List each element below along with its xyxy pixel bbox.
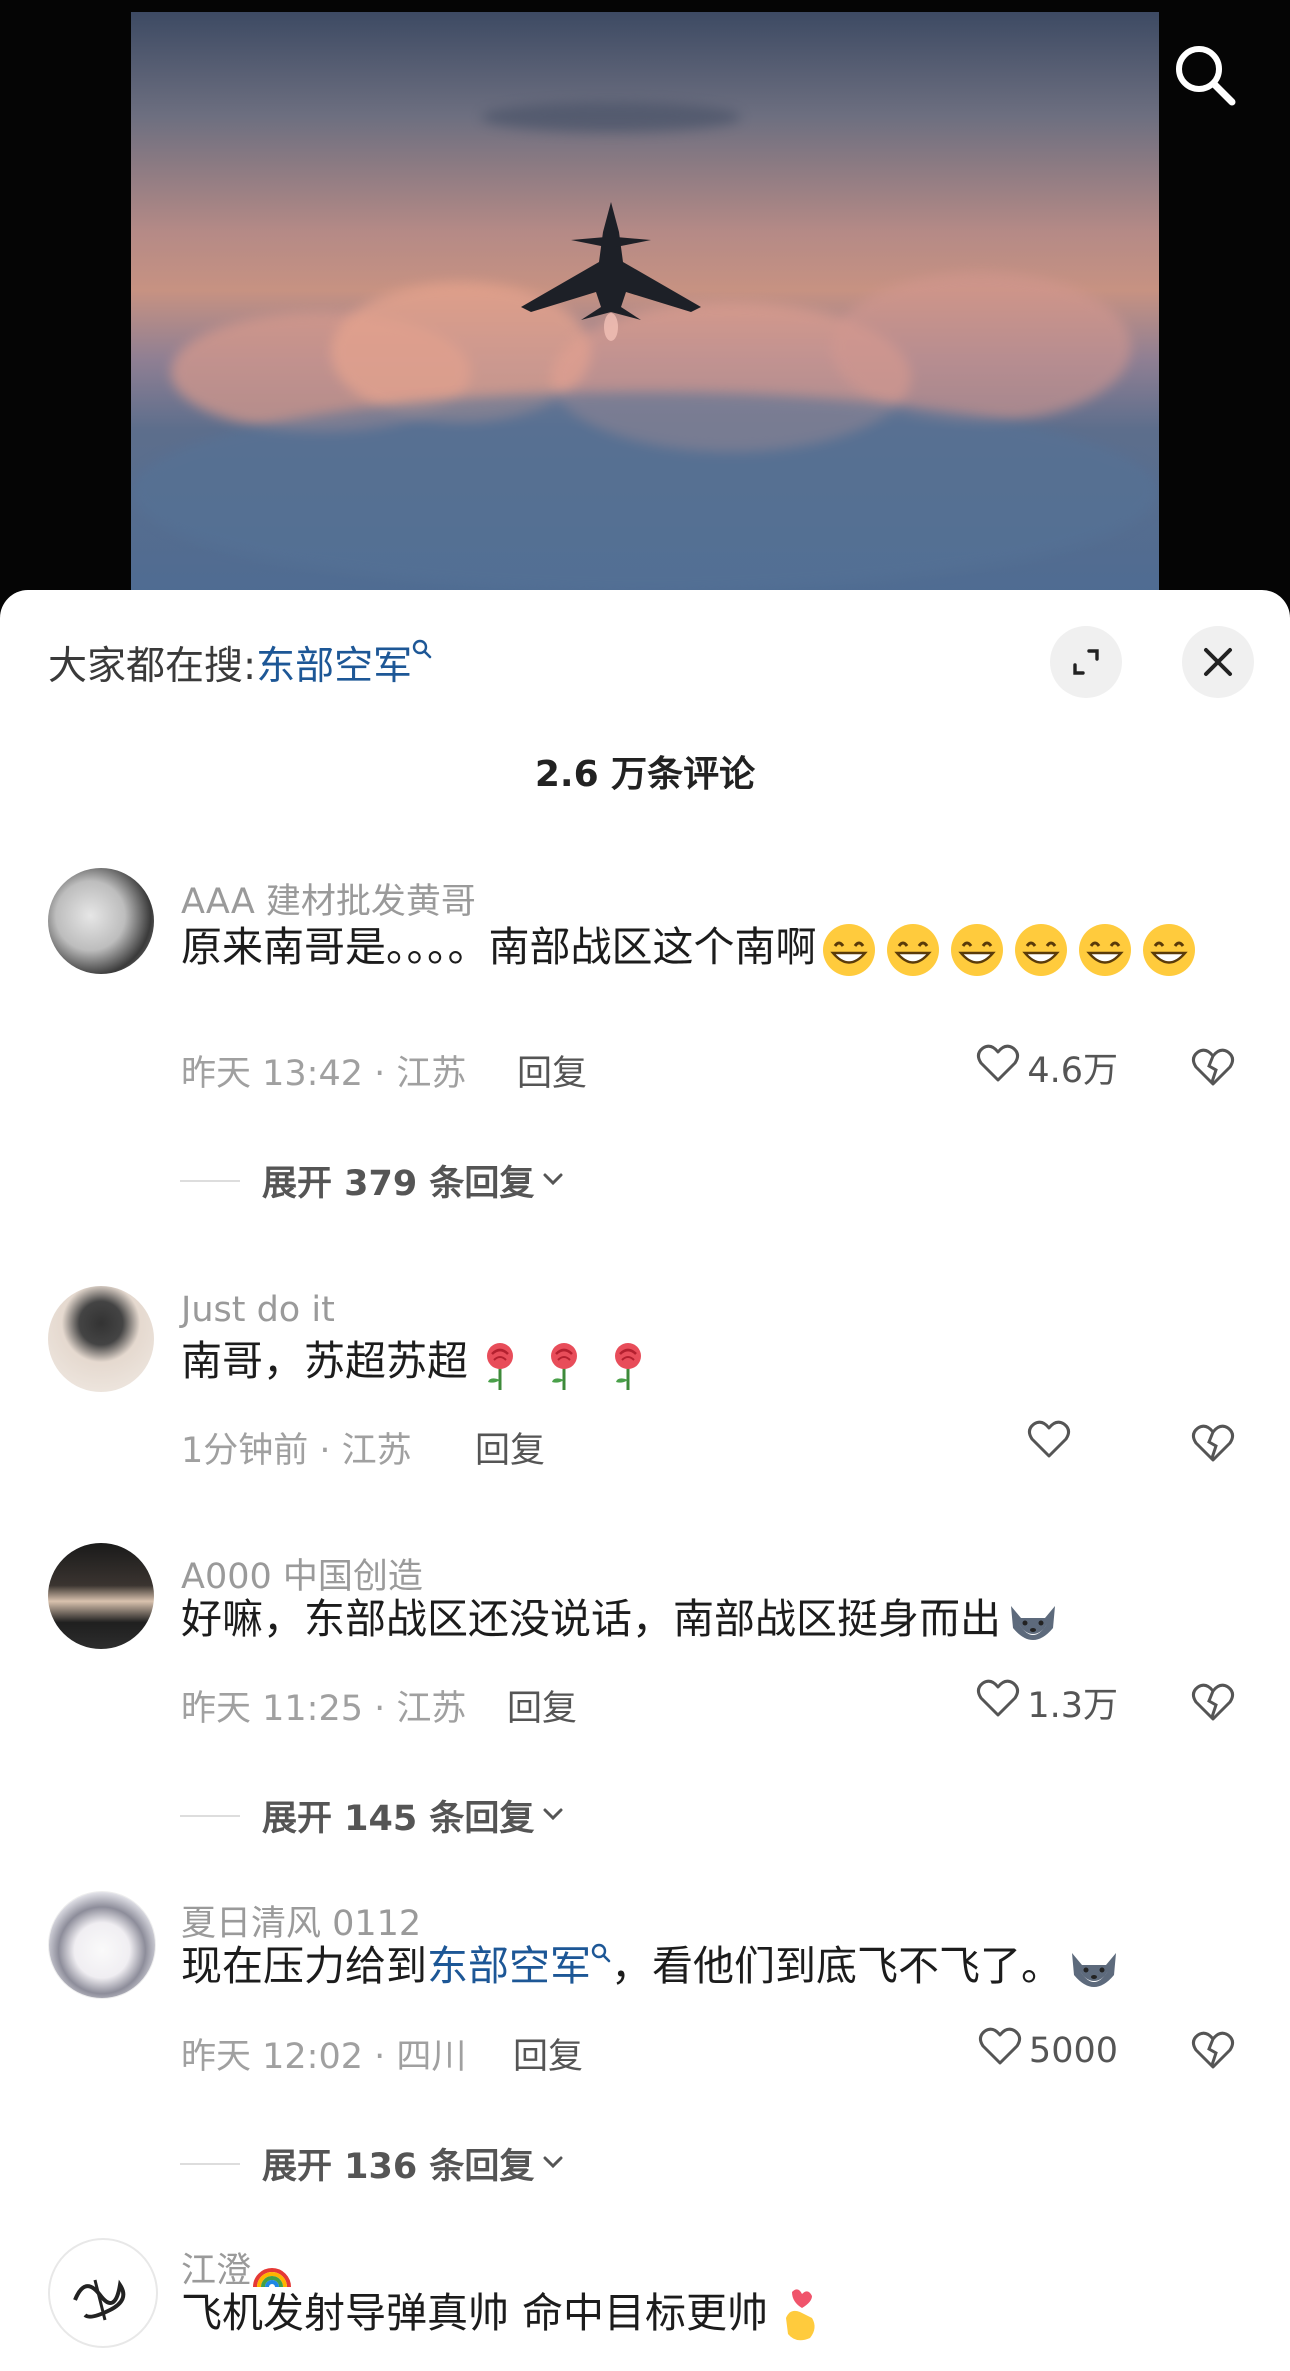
like-count: 5000 (1028, 2030, 1118, 2071)
jet-silhouette (521, 202, 701, 341)
expand-replies-label: 展开 379 条回复 (262, 1164, 535, 1204)
hot-search-prefix: 大家都在搜: (48, 644, 257, 689)
expand-replies-label: 展开 136 条回复 (262, 2147, 535, 2187)
like-button[interactable]: 4.6万 (975, 1040, 1118, 1095)
rose-emoji (615, 1343, 641, 1390)
comment-meta: 昨天 12:02 · 四川 (181, 2037, 467, 2077)
dislike-icon[interactable] (1188, 2025, 1238, 2075)
comment-text: 原来南哥是。。。。南部战区这个南啊 (181, 910, 1221, 984)
expand-replies[interactable]: 展开 136 条回复 (180, 2138, 566, 2189)
finger-heart-emoji (786, 2289, 815, 2341)
comment-text-before: 现在压力给到 (181, 1942, 427, 1990)
close-button[interactable] (1182, 626, 1254, 698)
comment-text-after: ，看他们到底飞不飞了。 (611, 1942, 1062, 1990)
like-button[interactable] (1026, 1416, 1078, 1471)
grin-emoji (1014, 924, 1067, 976)
comment-text: 飞机发射导弹真帅 命中目标更帅 (181, 2276, 1221, 2350)
comment-text-content: 飞机发射导弹真帅 命中目标更帅 (181, 2289, 769, 2337)
dislike-icon[interactable] (1188, 1418, 1238, 1468)
keyword-search-icon (412, 639, 432, 659)
avatar[interactable] (48, 1543, 154, 1649)
chevron-down-icon (534, 1796, 566, 1836)
comment-keyword-link[interactable]: 东部空军 (427, 1942, 591, 1990)
heart-icon (1026, 1416, 1072, 1471)
expand-replies-label: 展开 145 条回复 (262, 1799, 535, 1839)
reply-button[interactable]: 回复 (517, 1045, 587, 1096)
reply-button[interactable]: 回复 (507, 1680, 577, 1731)
comments-count-title: 2.6 万条评论 (534, 754, 756, 795)
comment-meta: 昨天 13:42 · 江苏 (181, 1054, 467, 1094)
dislike-icon[interactable] (1188, 1042, 1238, 1092)
comment-text: 好嘛，东部战区还没说话，南部战区挺身而出 (181, 1582, 1221, 1656)
grin-emoji (886, 924, 939, 976)
heart-icon (975, 1675, 1021, 1730)
search-icon[interactable] (1170, 40, 1240, 110)
like-button[interactable]: 1.3万 (975, 1675, 1118, 1730)
keyword-search-icon (591, 1943, 611, 1963)
expand-replies[interactable]: 展开 379 条回复 (180, 1155, 566, 1206)
expand-replies[interactable]: 展开 145 条回复 (180, 1790, 566, 1841)
wolf-emoji (1062, 1942, 1126, 1990)
comment-text-content: 南哥，苏超苏超 (181, 1337, 468, 1385)
like-count: 1.3万 (1027, 1686, 1118, 1726)
wolf-emoji (1011, 1606, 1055, 1640)
comments-sheet: 大家都在搜:东部空军 2.6 万条评论 AAA 建材批发黄哥 原来南哥是。。。。… (0, 590, 1290, 2371)
chevron-down-icon (534, 2144, 566, 2184)
expand-icon (1073, 649, 1099, 675)
avatar[interactable] (48, 868, 154, 974)
avatar[interactable] (48, 1286, 154, 1392)
comment-meta: 昨天 11:25 · 江苏 (181, 1689, 467, 1729)
reply-button[interactable]: 回复 (475, 1422, 545, 1473)
comment-text-content: 好嘛，东部战区还没说话，南部战区挺身而出 (181, 1595, 1001, 1643)
hot-search-keyword[interactable]: 东部空军 (256, 644, 412, 689)
hot-search-bar[interactable]: 大家都在搜:东部空军 (48, 635, 432, 691)
avatar[interactable] (48, 2238, 158, 2348)
grin-emoji (950, 924, 1003, 976)
heart-icon (977, 2023, 1023, 2078)
grin-emoji (1142, 924, 1195, 976)
rose-emoji-group (468, 1337, 660, 1390)
rose-emoji (551, 1343, 577, 1390)
avatar[interactable] (48, 1891, 156, 1999)
dislike-icon[interactable] (1188, 1677, 1238, 1727)
wolf-emoji (1001, 1595, 1065, 1643)
comment-text: 现在压力给到东部空军 ，看他们到底飞不飞了。 (181, 1929, 1221, 2003)
comment-text-content: 原来南哥是。。。。南部战区这个南啊 (181, 923, 817, 971)
grin-emoji (1078, 924, 1131, 976)
comment-meta: 1分钟前 · 江苏 (181, 1431, 412, 1471)
expand-button[interactable] (1050, 626, 1122, 698)
like-count: 4.6万 (1027, 1051, 1118, 1091)
finger-heart-emoji (768, 2289, 832, 2341)
grin-emoji (822, 924, 875, 976)
chevron-down-icon (534, 1161, 566, 1201)
heart-icon (975, 1040, 1021, 1095)
rose-emoji (487, 1343, 513, 1390)
video-area[interactable] (0, 0, 1290, 620)
wolf-emoji (1072, 1953, 1116, 1987)
close-icon (1204, 648, 1232, 676)
fighter-jet-image (131, 12, 1159, 592)
grin-emoji-group (817, 923, 1201, 976)
comment-text: 南哥，苏超苏超 (181, 1324, 1221, 1398)
reply-button[interactable]: 回复 (513, 2028, 583, 2079)
like-button[interactable]: 5000 (977, 2023, 1118, 2078)
